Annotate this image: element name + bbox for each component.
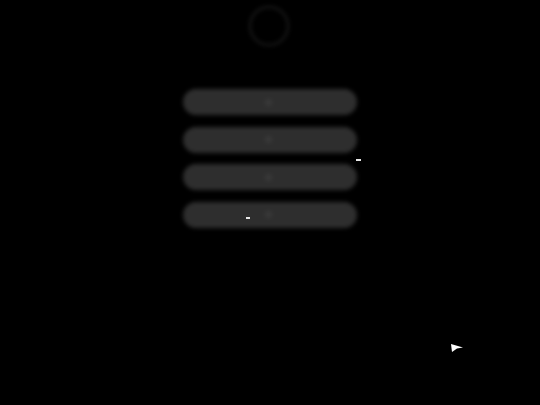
pixel-speck — [356, 159, 361, 161]
switch-user-button[interactable] — [183, 89, 357, 115]
sleep-icon — [265, 174, 271, 180]
sleep-button[interactable] — [183, 164, 357, 190]
mouse-pointer-icon — [451, 344, 463, 352]
logout-icon — [265, 137, 271, 142]
session-screen — [0, 0, 540, 405]
session-menu — [183, 89, 357, 239]
switch-user-icon — [265, 99, 271, 105]
cancel-button[interactable] — [183, 201, 357, 228]
cancel-icon — [265, 212, 271, 217]
user-avatar-icon — [249, 6, 289, 46]
log-out-button[interactable] — [183, 126, 357, 153]
pixel-speck — [246, 217, 250, 219]
